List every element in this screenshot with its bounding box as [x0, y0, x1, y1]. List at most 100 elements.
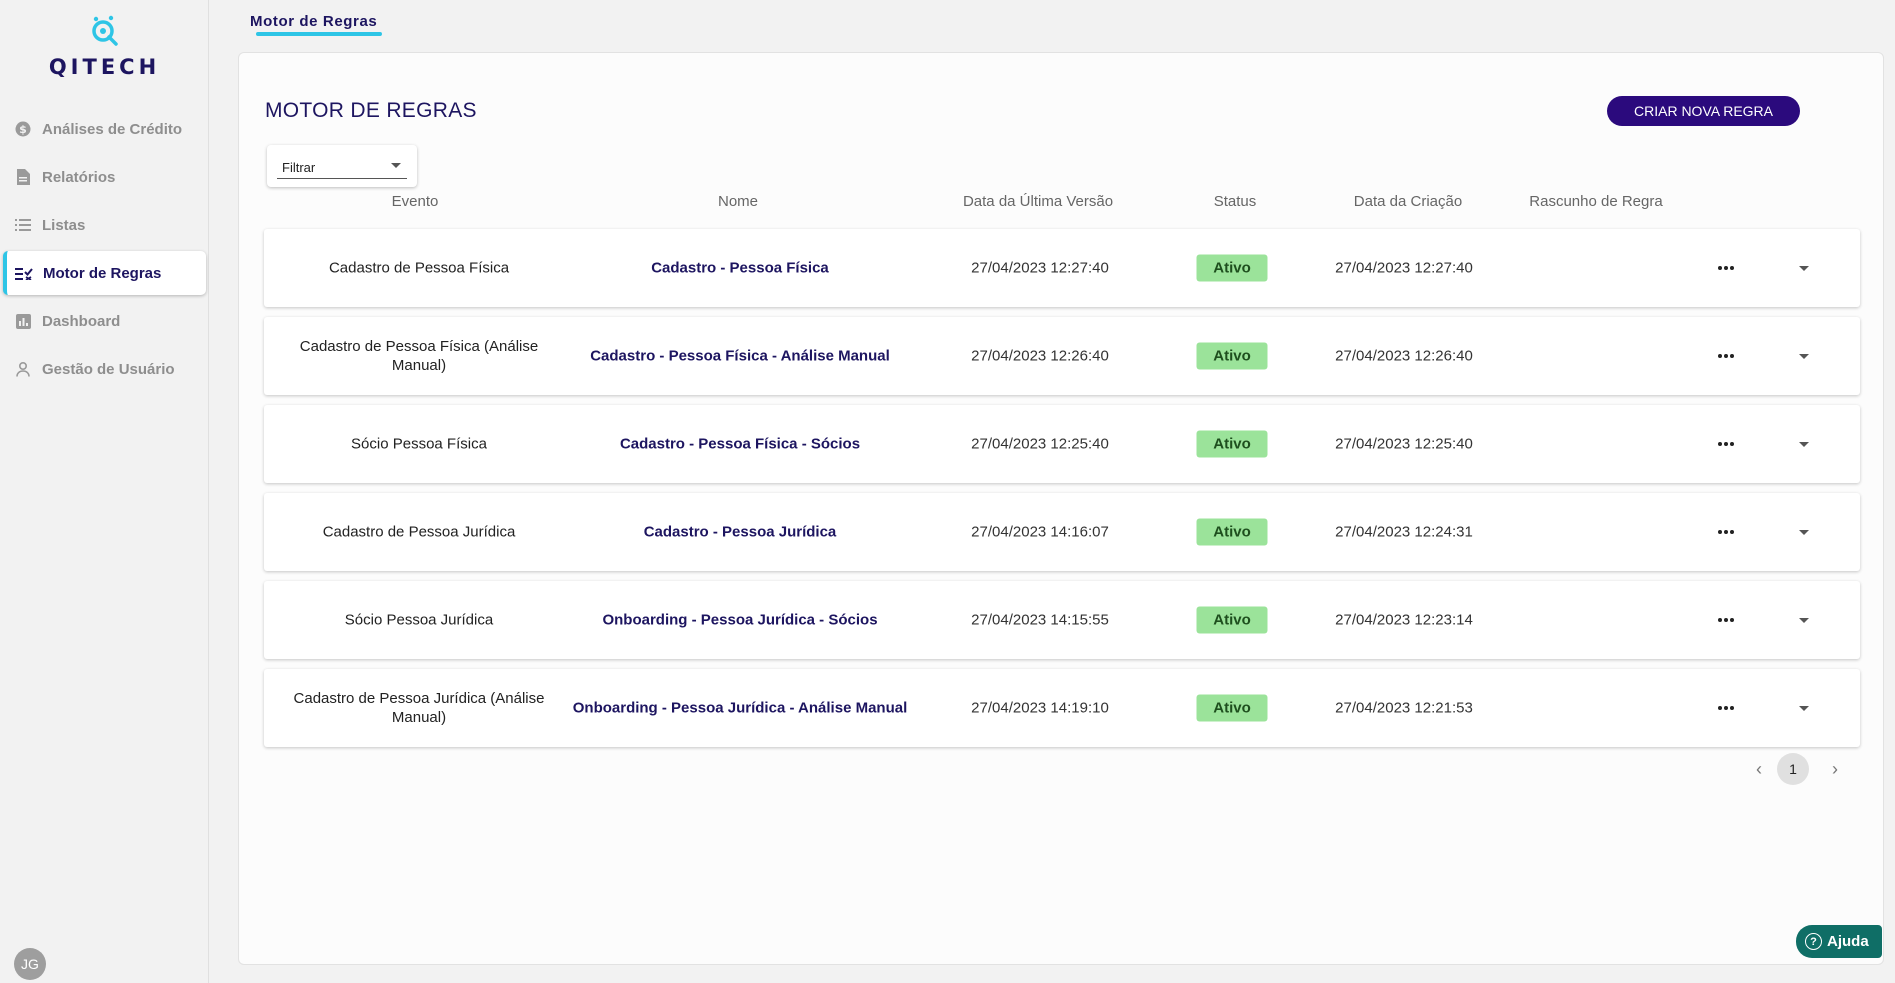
- user-icon: [14, 360, 32, 378]
- list-icon: [14, 216, 32, 234]
- cell-evento: Sócio Pessoa Jurídica: [344, 611, 494, 629]
- sidebar-item-relatorios[interactable]: Relatórios: [3, 155, 206, 199]
- sidebar-item-motor-de-regras[interactable]: Motor de Regras: [3, 251, 206, 295]
- sidebar-item-label: Dashboard: [42, 312, 121, 330]
- chevron-down-icon: [1799, 705, 1809, 711]
- chevron-down-icon: [1799, 353, 1809, 359]
- table-row[interactable]: Cadastro de Pessoa Jurídica (Análise Man…: [264, 669, 1860, 747]
- cell-status: Ativo: [1196, 254, 1268, 282]
- status-badge: Ativo: [1196, 518, 1268, 546]
- sidebar-item-label: Análises de Crédito: [42, 120, 183, 138]
- chevron-down-icon: [1799, 265, 1809, 271]
- cell-criacao: 27/04/2023 12:25:40: [1335, 435, 1473, 453]
- cell-nome[interactable]: Onboarding - Pessoa Jurídica - Análise M…: [550, 700, 930, 717]
- status-badge: Ativo: [1196, 430, 1268, 458]
- status-badge: Ativo: [1196, 694, 1268, 722]
- rules-table: Cadastro de Pessoa Física Cadastro - Pes…: [264, 229, 1860, 757]
- brand-name: QITECH: [48, 55, 161, 79]
- rules-checklist-icon: [15, 264, 33, 282]
- table-row[interactable]: Cadastro de Pessoa Jurídica Cadastro - P…: [264, 493, 1860, 571]
- cell-nome[interactable]: Cadastro - Pessoa Jurídica: [550, 524, 930, 541]
- avatar[interactable]: JG: [14, 948, 46, 980]
- cell-nome[interactable]: Cadastro - Pessoa Física: [550, 260, 930, 277]
- filter-underline: [277, 178, 407, 179]
- svg-text:$: $: [19, 123, 27, 136]
- cell-status: Ativo: [1196, 606, 1268, 634]
- status-badge: Ativo: [1196, 342, 1268, 370]
- cell-criacao: 27/04/2023 12:24:31: [1335, 523, 1473, 541]
- cell-criacao: 27/04/2023 12:21:53: [1335, 699, 1473, 717]
- more-options-icon[interactable]: [1711, 698, 1741, 718]
- table-row[interactable]: Sócio Pessoa Física Cadastro - Pessoa Fí…: [264, 405, 1860, 483]
- help-label: Ajuda: [1827, 933, 1869, 950]
- expand-row-icon[interactable]: [1792, 434, 1816, 454]
- page-number-current[interactable]: 1: [1777, 753, 1809, 785]
- pagination: ‹ 1 ›: [1749, 753, 1859, 785]
- cell-criacao: 27/04/2023 12:23:14: [1335, 611, 1473, 629]
- sidebar-item-label: Motor de Regras: [43, 264, 162, 282]
- more-options-icon[interactable]: [1711, 346, 1741, 366]
- cell-ultima-versao: 27/04/2023 14:16:07: [971, 523, 1109, 541]
- chevron-left-icon[interactable]: ‹: [1749, 759, 1769, 779]
- more-options-icon[interactable]: [1711, 258, 1741, 278]
- cell-evento: Cadastro de Pessoa Física (Análise Manua…: [299, 338, 539, 374]
- logo[interactable]: QITECH: [0, 14, 209, 79]
- expand-row-icon[interactable]: [1792, 346, 1816, 366]
- sidebar: QITECH $ Análises de Crédito Relatórios …: [0, 0, 209, 983]
- expand-row-icon[interactable]: [1792, 258, 1816, 278]
- table-row[interactable]: Cadastro de Pessoa Física (Análise Manua…: [264, 317, 1860, 395]
- cell-evento: Sócio Pessoa Física: [351, 435, 487, 453]
- sidebar-item-dashboard[interactable]: Dashboard: [3, 299, 206, 343]
- sidebar-item-label: Relatórios: [42, 168, 116, 186]
- create-rule-button[interactable]: CRIAR NOVA REGRA: [1607, 96, 1800, 126]
- status-badge: Ativo: [1196, 254, 1268, 282]
- status-badge: Ativo: [1196, 606, 1268, 634]
- expand-row-icon[interactable]: [1792, 698, 1816, 718]
- sidebar-nav: $ Análises de Crédito Relatórios Listas …: [0, 107, 209, 395]
- chevron-down-icon: [391, 163, 401, 168]
- column-header-ultima-versao: Data da Última Versão: [962, 193, 1114, 210]
- expand-row-icon[interactable]: [1792, 522, 1816, 542]
- column-header-criacao: Data da Criação: [1353, 193, 1463, 210]
- active-tab-indicator: [256, 32, 382, 36]
- column-header-rascunho: Rascunho de Regra: [1529, 193, 1663, 210]
- cell-evento: Cadastro de Pessoa Jurídica (Análise Man…: [293, 690, 545, 726]
- filter-select[interactable]: Filtrar: [267, 145, 417, 187]
- sidebar-item-gestao-de-usuario[interactable]: Gestão de Usuário: [3, 347, 206, 391]
- more-options-icon[interactable]: [1711, 522, 1741, 542]
- filter-label: Filtrar: [282, 160, 316, 175]
- more-options-icon[interactable]: [1711, 610, 1741, 630]
- chevron-right-icon[interactable]: ›: [1825, 759, 1845, 779]
- cell-criacao: 27/04/2023 12:26:40: [1335, 347, 1473, 365]
- cell-nome[interactable]: Cadastro - Pessoa Física - Sócios: [550, 436, 930, 453]
- cell-ultima-versao: 27/04/2023 12:27:40: [971, 259, 1109, 277]
- chevron-down-icon: [1799, 617, 1809, 623]
- cell-status: Ativo: [1196, 430, 1268, 458]
- question-circle-icon: ?: [1805, 933, 1822, 950]
- cell-ultima-versao: 27/04/2023 12:26:40: [971, 347, 1109, 365]
- cell-nome[interactable]: Onboarding - Pessoa Jurídica - Sócios: [550, 612, 930, 629]
- table-row[interactable]: Sócio Pessoa Jurídica Onboarding - Pesso…: [264, 581, 1860, 659]
- help-button[interactable]: ? Ajuda: [1796, 925, 1882, 958]
- table-row[interactable]: Cadastro de Pessoa Física Cadastro - Pes…: [264, 229, 1860, 307]
- bar-chart-icon: [14, 312, 32, 330]
- dollar-circle-icon: $: [14, 120, 32, 138]
- chevron-down-icon: [1799, 529, 1809, 535]
- column-header-status: Status: [1213, 193, 1257, 210]
- chevron-down-icon: [1799, 441, 1809, 447]
- sidebar-item-listas[interactable]: Listas: [3, 203, 206, 247]
- column-header-nome: Nome: [717, 193, 759, 210]
- document-icon: [14, 168, 32, 186]
- cell-ultima-versao: 27/04/2023 14:19:10: [971, 699, 1109, 717]
- cell-criacao: 27/04/2023 12:27:40: [1335, 259, 1473, 277]
- cell-nome[interactable]: Cadastro - Pessoa Física - Análise Manua…: [550, 348, 930, 365]
- cell-evento: Cadastro de Pessoa Física: [328, 259, 510, 277]
- more-options-icon[interactable]: [1711, 434, 1741, 454]
- sidebar-item-analises-de-credito[interactable]: $ Análises de Crédito: [3, 107, 206, 151]
- expand-row-icon[interactable]: [1792, 610, 1816, 630]
- cell-status: Ativo: [1196, 694, 1268, 722]
- column-header-evento: Evento: [391, 193, 439, 210]
- tab-motor-de-regras[interactable]: Motor de Regras: [250, 13, 377, 30]
- main-card: MOTOR DE REGRAS CRIAR NOVA REGRA Filtrar…: [238, 52, 1884, 965]
- cell-status: Ativo: [1196, 342, 1268, 370]
